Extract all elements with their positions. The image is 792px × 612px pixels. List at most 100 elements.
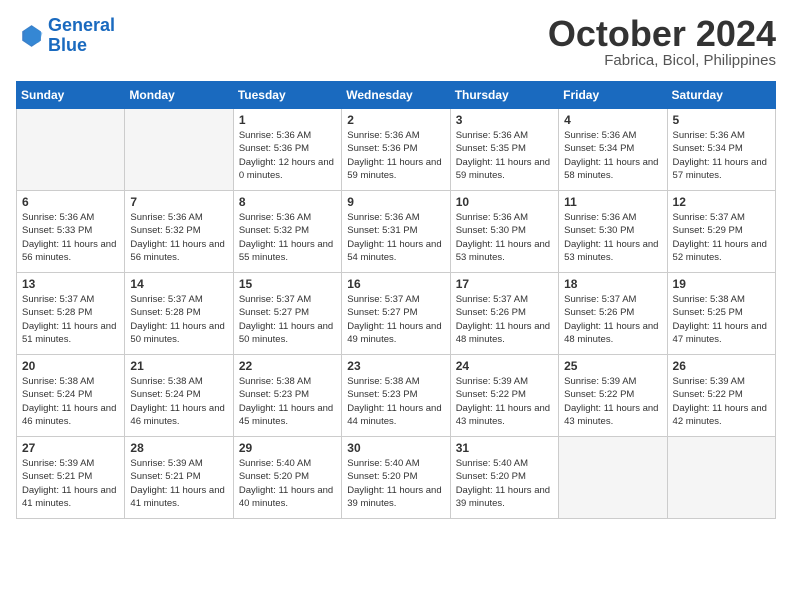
week-row-5: 27 Sunrise: 5:39 AM Sunset: 5:21 PM Dayli… (17, 437, 776, 519)
calendar-cell: 24 Sunrise: 5:39 AM Sunset: 5:22 PM Dayli… (450, 355, 558, 437)
logo-blue: Blue (48, 35, 87, 55)
cell-info: Sunrise: 5:37 AM Sunset: 5:26 PM Dayligh… (564, 293, 661, 346)
cell-info: Sunrise: 5:39 AM Sunset: 5:21 PM Dayligh… (130, 457, 227, 510)
day-number: 31 (456, 441, 553, 455)
cell-info: Sunrise: 5:38 AM Sunset: 5:23 PM Dayligh… (239, 375, 336, 428)
day-number: 24 (456, 359, 553, 373)
calendar-cell: 17 Sunrise: 5:37 AM Sunset: 5:26 PM Dayli… (450, 273, 558, 355)
cell-info: Sunrise: 5:40 AM Sunset: 5:20 PM Dayligh… (456, 457, 553, 510)
cell-info: Sunrise: 5:36 AM Sunset: 5:36 PM Dayligh… (239, 129, 336, 182)
day-number: 11 (564, 195, 661, 209)
cell-info: Sunrise: 5:38 AM Sunset: 5:25 PM Dayligh… (673, 293, 770, 346)
logo-general: General (48, 15, 115, 35)
calendar-cell: 1 Sunrise: 5:36 AM Sunset: 5:36 PM Daylig… (233, 109, 341, 191)
day-number: 10 (456, 195, 553, 209)
calendar-cell: 20 Sunrise: 5:38 AM Sunset: 5:24 PM Dayli… (17, 355, 125, 437)
day-number: 17 (456, 277, 553, 291)
col-header-monday: Monday (125, 82, 233, 109)
calendar-cell: 8Sunrise: 5:36 AM Sunset: 5:32 PM Daylig… (233, 191, 341, 273)
cell-info: Sunrise: 5:38 AM Sunset: 5:24 PM Dayligh… (130, 375, 227, 428)
logo: General Blue (16, 16, 115, 56)
cell-info: Sunrise: 5:36 AM Sunset: 5:31 PM Dayligh… (347, 211, 444, 264)
cell-info: Sunrise: 5:39 AM Sunset: 5:22 PM Dayligh… (673, 375, 770, 428)
calendar-cell: 15 Sunrise: 5:37 AM Sunset: 5:27 PM Dayli… (233, 273, 341, 355)
day-number: 27 (22, 441, 119, 455)
calendar-cell: 19 Sunrise: 5:38 AM Sunset: 5:25 PM Dayli… (667, 273, 775, 355)
col-header-tuesday: Tuesday (233, 82, 341, 109)
cell-info: Sunrise: 5:40 AM Sunset: 5:20 PM Dayligh… (239, 457, 336, 510)
calendar-cell: 4Sunrise: 5:36 AM Sunset: 5:34 PM Daylig… (559, 109, 667, 191)
day-number: 6 (22, 195, 119, 209)
calendar-cell (125, 109, 233, 191)
month-title: October 2024 (548, 16, 776, 52)
calendar-cell: 30Sunrise: 5:40 AM Sunset: 5:20 PM Dayli… (342, 437, 450, 519)
cell-info: Sunrise: 5:37 AM Sunset: 5:28 PM Dayligh… (22, 293, 119, 346)
day-number: 23 (347, 359, 444, 373)
cell-info: Sunrise: 5:37 AM Sunset: 5:27 PM Dayligh… (347, 293, 444, 346)
calendar-cell: 31 Sunrise: 5:40 AM Sunset: 5:20 PM Dayli… (450, 437, 558, 519)
location-subtitle: Fabrica, Bicol, Philippines (548, 52, 776, 69)
cell-info: Sunrise: 5:38 AM Sunset: 5:23 PM Dayligh… (347, 375, 444, 428)
cell-info: Sunrise: 5:36 AM Sunset: 5:33 PM Dayligh… (22, 211, 119, 264)
calendar-cell: 16 Sunrise: 5:37 AM Sunset: 5:27 PM Dayli… (342, 273, 450, 355)
cell-info: Sunrise: 5:39 AM Sunset: 5:22 PM Dayligh… (564, 375, 661, 428)
cell-info: Sunrise: 5:37 AM Sunset: 5:29 PM Dayligh… (673, 211, 770, 264)
cell-info: Sunrise: 5:36 AM Sunset: 5:35 PM Dayligh… (456, 129, 553, 182)
day-number: 5 (673, 113, 770, 127)
day-number: 19 (673, 277, 770, 291)
day-number: 2 (347, 113, 444, 127)
calendar-cell: 29Sunrise: 5:40 AM Sunset: 5:20 PM Dayli… (233, 437, 341, 519)
cell-info: Sunrise: 5:39 AM Sunset: 5:21 PM Dayligh… (22, 457, 119, 510)
cell-info: Sunrise: 5:36 AM Sunset: 5:30 PM Dayligh… (564, 211, 661, 264)
calendar-table: SundayMondayTuesdayWednesdayThursdayFrid… (16, 81, 776, 519)
calendar-cell: 27 Sunrise: 5:39 AM Sunset: 5:21 PM Dayli… (17, 437, 125, 519)
calendar-cell: 2 Sunrise: 5:36 AM Sunset: 5:36 PM Daylig… (342, 109, 450, 191)
calendar-cell: 14Sunrise: 5:37 AM Sunset: 5:28 PM Dayli… (125, 273, 233, 355)
day-number: 1 (239, 113, 336, 127)
cell-info: Sunrise: 5:39 AM Sunset: 5:22 PM Dayligh… (456, 375, 553, 428)
cell-info: Sunrise: 5:36 AM Sunset: 5:34 PM Dayligh… (673, 129, 770, 182)
cell-info: Sunrise: 5:36 AM Sunset: 5:32 PM Dayligh… (239, 211, 336, 264)
calendar-cell: 25 Sunrise: 5:39 AM Sunset: 5:22 PM Dayli… (559, 355, 667, 437)
week-row-3: 13 Sunrise: 5:37 AM Sunset: 5:28 PM Dayli… (17, 273, 776, 355)
calendar-cell: 21 Sunrise: 5:38 AM Sunset: 5:24 PM Dayli… (125, 355, 233, 437)
calendar-cell: 6 Sunrise: 5:36 AM Sunset: 5:33 PM Daylig… (17, 191, 125, 273)
col-header-friday: Friday (559, 82, 667, 109)
page-header: General Blue October 2024 Fabrica, Bicol… (16, 16, 776, 69)
cell-info: Sunrise: 5:36 AM Sunset: 5:34 PM Dayligh… (564, 129, 661, 182)
calendar-cell: 22 Sunrise: 5:38 AM Sunset: 5:23 PM Dayli… (233, 355, 341, 437)
calendar-cell (559, 437, 667, 519)
cell-info: Sunrise: 5:37 AM Sunset: 5:26 PM Dayligh… (456, 293, 553, 346)
day-number: 15 (239, 277, 336, 291)
cell-info: Sunrise: 5:36 AM Sunset: 5:36 PM Dayligh… (347, 129, 444, 182)
calendar-cell: 26 Sunrise: 5:39 AM Sunset: 5:22 PM Dayli… (667, 355, 775, 437)
day-number: 22 (239, 359, 336, 373)
day-number: 21 (130, 359, 227, 373)
calendar-cell: 10Sunrise: 5:36 AM Sunset: 5:30 PM Dayli… (450, 191, 558, 273)
day-number: 9 (347, 195, 444, 209)
day-number: 25 (564, 359, 661, 373)
logo-icon (16, 22, 44, 50)
day-number: 20 (22, 359, 119, 373)
day-number: 18 (564, 277, 661, 291)
header-row: SundayMondayTuesdayWednesdayThursdayFrid… (17, 82, 776, 109)
col-header-saturday: Saturday (667, 82, 775, 109)
col-header-wednesday: Wednesday (342, 82, 450, 109)
calendar-cell: 9 Sunrise: 5:36 AM Sunset: 5:31 PM Daylig… (342, 191, 450, 273)
day-number: 13 (22, 277, 119, 291)
day-number: 26 (673, 359, 770, 373)
day-number: 16 (347, 277, 444, 291)
cell-info: Sunrise: 5:38 AM Sunset: 5:24 PM Dayligh… (22, 375, 119, 428)
calendar-cell: 12Sunrise: 5:37 AM Sunset: 5:29 PM Dayli… (667, 191, 775, 273)
week-row-2: 6 Sunrise: 5:36 AM Sunset: 5:33 PM Daylig… (17, 191, 776, 273)
day-number: 14 (130, 277, 227, 291)
calendar-cell: 28Sunrise: 5:39 AM Sunset: 5:21 PM Dayli… (125, 437, 233, 519)
calendar-cell: 11 Sunrise: 5:36 AM Sunset: 5:30 PM Dayli… (559, 191, 667, 273)
calendar-cell: 23 Sunrise: 5:38 AM Sunset: 5:23 PM Dayli… (342, 355, 450, 437)
calendar-cell (17, 109, 125, 191)
cell-info: Sunrise: 5:37 AM Sunset: 5:27 PM Dayligh… (239, 293, 336, 346)
cell-info: Sunrise: 5:36 AM Sunset: 5:32 PM Dayligh… (130, 211, 227, 264)
calendar-cell: 7Sunrise: 5:36 AM Sunset: 5:32 PM Daylig… (125, 191, 233, 273)
calendar-cell: 18 Sunrise: 5:37 AM Sunset: 5:26 PM Dayli… (559, 273, 667, 355)
title-block: October 2024 Fabrica, Bicol, Philippines (548, 16, 776, 69)
